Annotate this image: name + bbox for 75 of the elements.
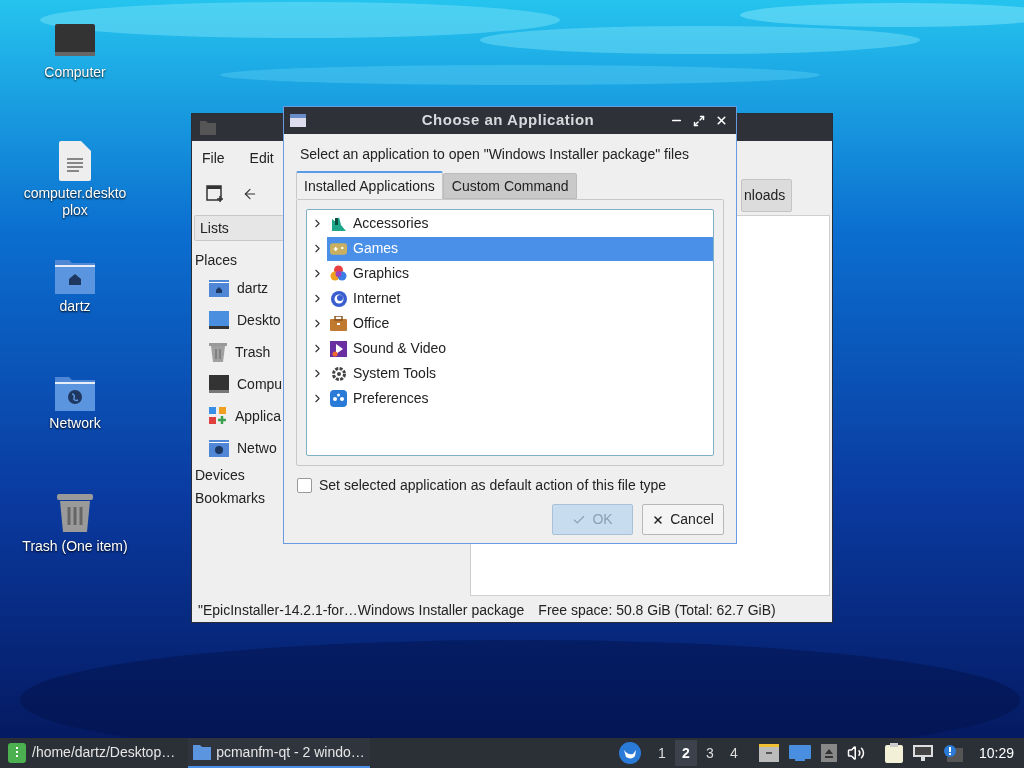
menu-item[interactable]: Edit <box>249 147 274 169</box>
globe-icon <box>330 290 347 307</box>
free-space-text: Free space: 50.8 GiB (Total: 62.7 GiB) <box>538 600 776 620</box>
workspace-button[interactable]: 1 <box>650 740 673 766</box>
file-cabinet-icon[interactable] <box>758 744 779 762</box>
document-icon <box>59 141 91 181</box>
checkbox[interactable] <box>297 478 312 493</box>
screen-icon[interactable] <box>788 745 811 761</box>
monitor-icon <box>209 375 229 393</box>
folder-icon <box>193 744 212 760</box>
gear-icon <box>330 365 347 382</box>
sidebar-item[interactable]: Compu <box>237 373 283 395</box>
sidebar-section-title[interactable]: Places <box>194 249 284 272</box>
category-row[interactable]: Office <box>327 311 713 336</box>
start-menu-icon[interactable] <box>8 743 26 763</box>
prompt-text: Select an application to open "Windows Installer package" files <box>299 145 690 163</box>
category-row[interactable]: Accessories <box>327 211 713 236</box>
eject-icon[interactable] <box>820 744 837 762</box>
bird-icon[interactable] <box>618 742 641 764</box>
network-folder-icon <box>209 439 229 457</box>
category-row[interactable]: System Tools <box>327 361 713 386</box>
category-row[interactable]: Preferences <box>327 386 713 411</box>
gamepad-icon <box>330 241 347 256</box>
palette-icon <box>330 265 347 282</box>
workspace-button[interactable]: 4 <box>722 740 745 766</box>
menu-item[interactable]: File <box>202 147 225 169</box>
sidebar-item[interactable]: Netwo <box>237 437 277 459</box>
category-row[interactable]: Graphics <box>327 261 713 286</box>
clipboard-icon[interactable] <box>884 743 903 763</box>
media-icon <box>330 340 347 357</box>
category-row[interactable]: Internet <box>327 286 713 311</box>
apps-icon <box>209 407 227 425</box>
close-icon[interactable] <box>715 114 728 127</box>
desktop-icon <box>209 311 229 329</box>
home-folder-icon <box>209 279 229 297</box>
back-icon[interactable] <box>242 186 258 202</box>
trash-icon <box>56 492 94 534</box>
accessories-icon <box>330 215 347 232</box>
network-folder-icon <box>54 375 96 411</box>
view-selector[interactable]: Lists <box>194 215 284 241</box>
sidebar-item[interactable]: Trash <box>235 341 271 363</box>
sidebar-item[interactable]: dartz <box>237 277 269 299</box>
close-icon <box>652 513 665 526</box>
window-icon <box>290 114 306 127</box>
preferences-icon <box>330 390 347 407</box>
status-text: "EpicInstaller-14.2.1-for…Windows Installer package <box>198 600 525 620</box>
maximize-icon[interactable] <box>693 114 705 127</box>
location-button[interactable]: nloads <box>741 179 792 212</box>
briefcase-icon <box>330 316 347 331</box>
home-folder-icon <box>54 258 96 294</box>
sidebar-item[interactable]: Deskto <box>237 309 281 331</box>
sidebar-section-title[interactable]: Devices <box>194 464 284 487</box>
tab[interactable]: Custom Command <box>442 173 578 199</box>
new-window-icon <box>206 185 224 203</box>
workspace-button[interactable]: 3 <box>698 740 721 766</box>
folder-icon <box>200 120 216 135</box>
window-title: Choose an Application <box>420 110 596 131</box>
sidebar-item[interactable]: Applica <box>235 405 281 427</box>
taskbar-button[interactable]: pcmanfm-qt - 2 windo… <box>188 738 370 768</box>
desktop-icon-label[interactable]: Trash (One item) <box>15 538 135 555</box>
checkbox-label: Set selected application as default action of this file type <box>319 476 667 495</box>
update-icon[interactable] <box>942 744 963 762</box>
workspace-button[interactable]: 2 <box>674 740 697 766</box>
clock[interactable]: 10:29 <box>978 742 1014 764</box>
trash-icon <box>209 342 227 362</box>
network-icon[interactable] <box>912 745 933 761</box>
desktop-icon-label[interactable]: dartz <box>15 298 135 315</box>
cancel-button[interactable]: Cancel <box>642 504 724 535</box>
sidebar-section-title[interactable]: Bookmarks <box>194 487 284 510</box>
category-row[interactable]: Sound & Video <box>327 336 713 361</box>
volume-icon[interactable] <box>846 744 865 762</box>
tab[interactable]: Installed Applications <box>296 171 443 199</box>
desktop-icon-label[interactable]: computer.deskto plox <box>15 185 135 219</box>
taskbar-button[interactable]: /home/dartz/Desktop… <box>27 738 181 768</box>
desktop-icon-label[interactable]: Network <box>15 415 135 432</box>
